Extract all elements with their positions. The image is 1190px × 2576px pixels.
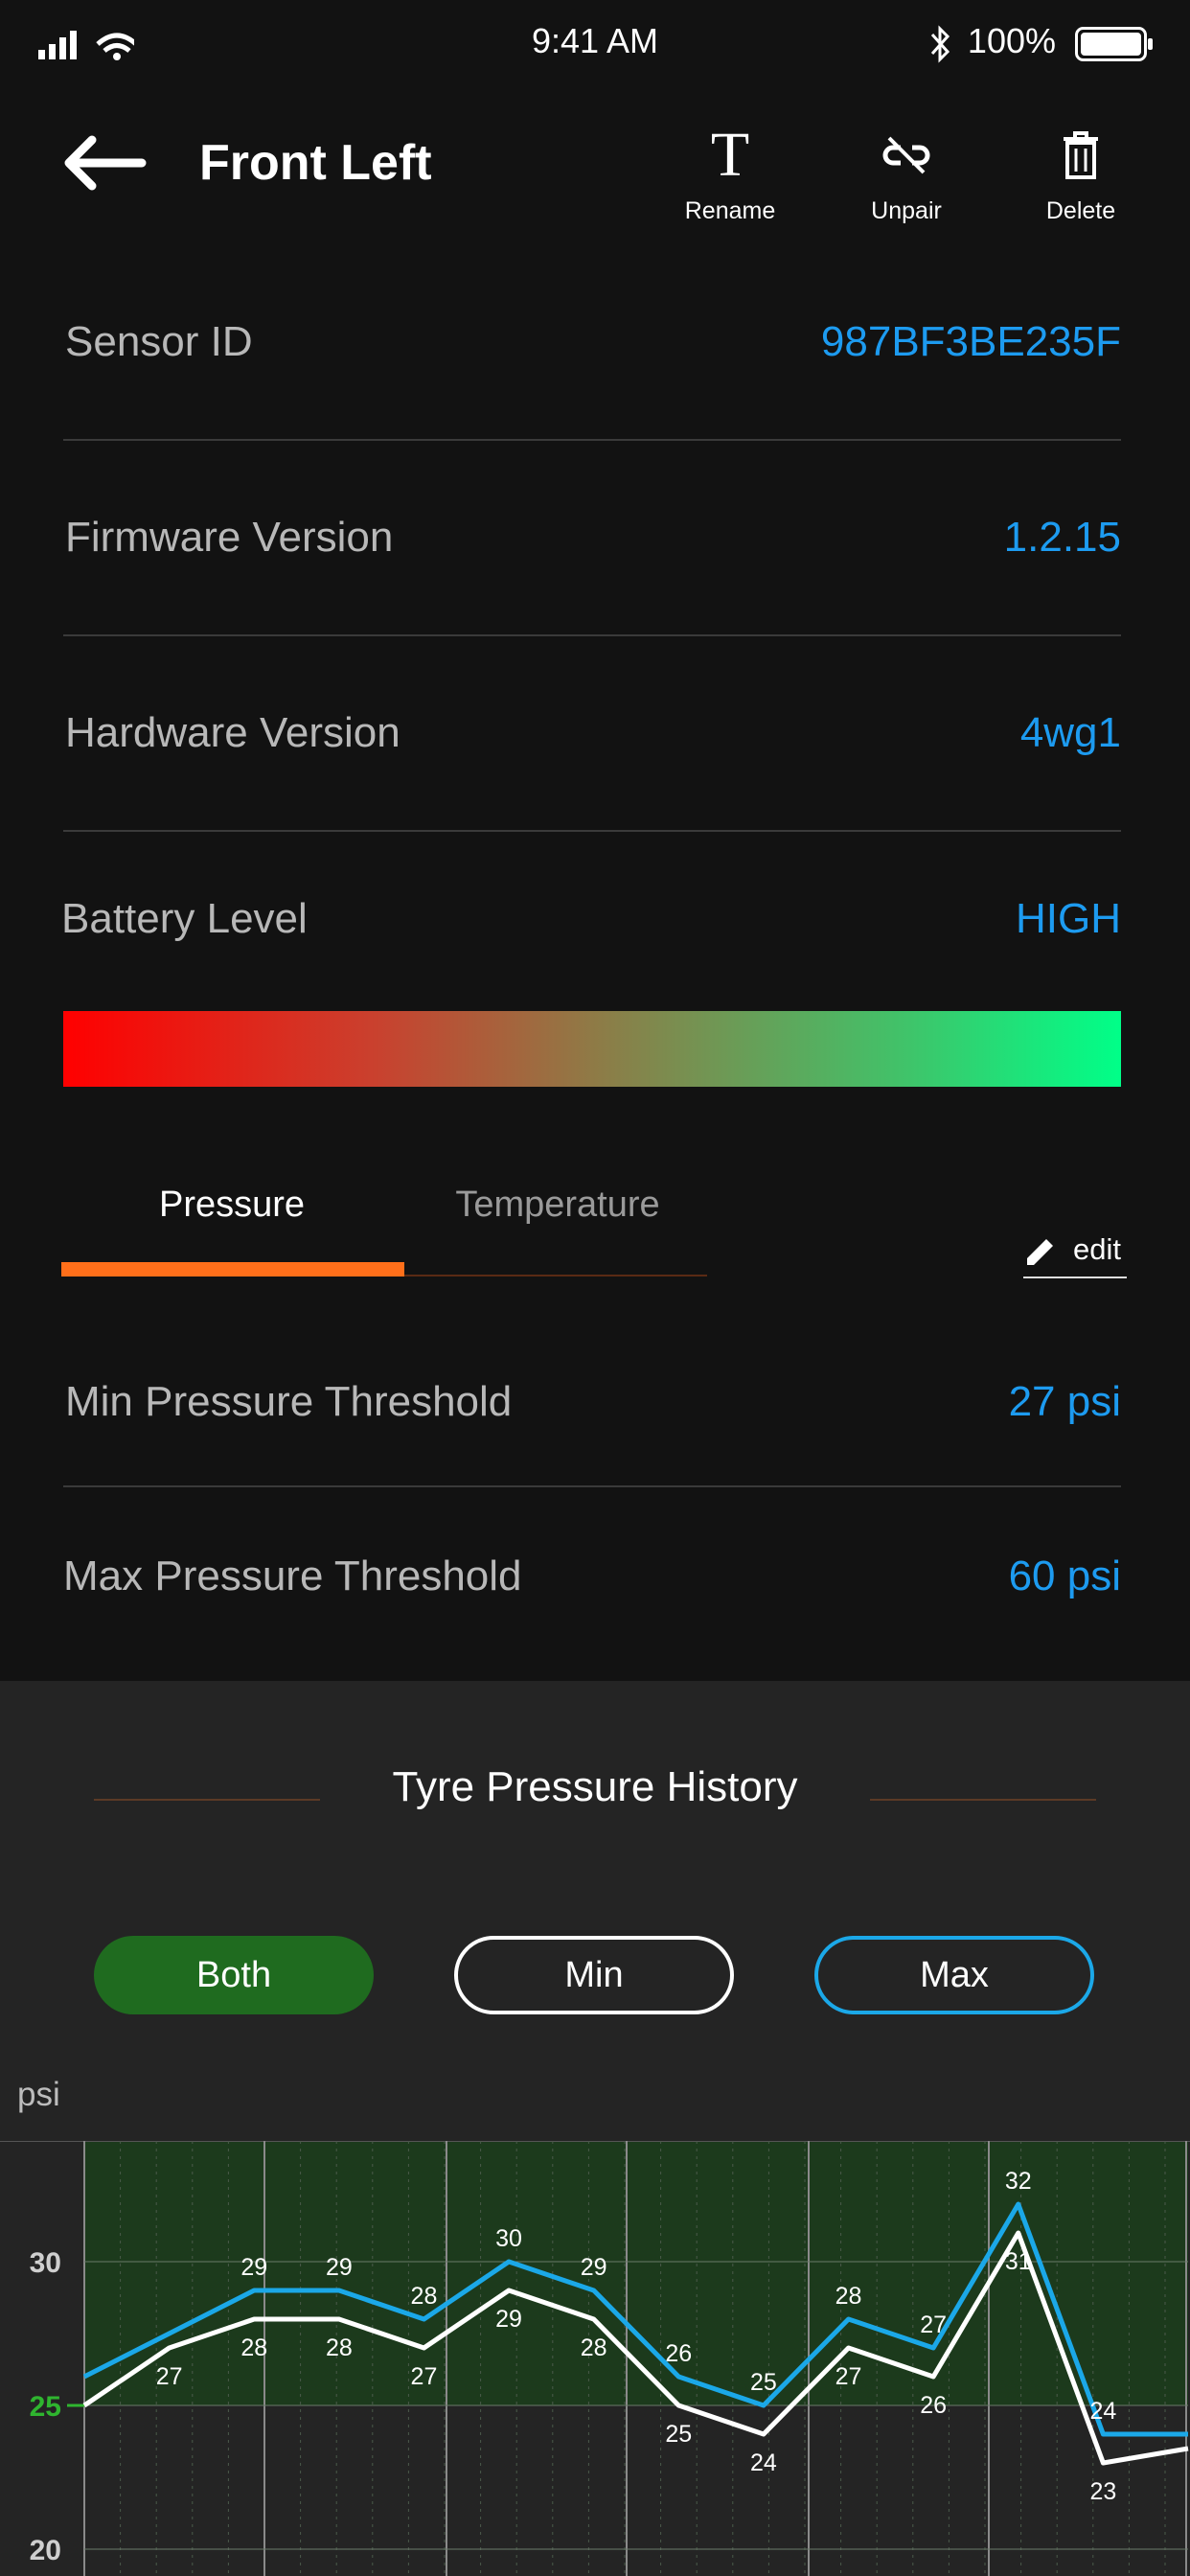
back-button[interactable] <box>61 134 148 192</box>
hardware-label: Hardware Version <box>65 709 400 756</box>
data-label-min: 23 <box>1089 2478 1116 2505</box>
arrow-left-icon <box>64 135 147 191</box>
data-label-min: 27 <box>411 2363 438 2390</box>
battery-level-value: HIGH <box>1016 895 1121 942</box>
data-label-min: 29 <box>495 2306 522 2333</box>
data-label-min: 24 <box>750 2450 777 2476</box>
max-threshold-label: Max Pressure Threshold <box>63 1552 522 1599</box>
battery-percent: 100% <box>967 21 1056 60</box>
firmware-value: 1.2.15 <box>1003 514 1121 561</box>
hardware-row: Hardware Version 4wg1 <box>63 636 1121 832</box>
sensor-id-label: Sensor ID <box>65 318 253 365</box>
unlink-icon <box>882 136 930 174</box>
sensor-id-row: Sensor ID 987BF3BE235F <box>63 245 1121 441</box>
data-label-min: 26 <box>920 2392 947 2419</box>
sensor-id-value: 987BF3BE235F <box>820 318 1121 365</box>
data-label-min: 28 <box>581 2334 607 2361</box>
data-label-max: 28 <box>835 2283 862 2310</box>
data-label-max: 28 <box>411 2283 438 2310</box>
data-label-min: 31 <box>1005 2248 1032 2275</box>
unpair-label: Unpair <box>871 197 942 224</box>
hardware-value: 4wg1 <box>1019 709 1121 756</box>
max-threshold-value: 60 psi <box>1008 1552 1121 1599</box>
y-tick-label: 20 <box>30 2535 61 2566</box>
bluetooth-icon <box>930 25 950 63</box>
history-title: Tyre Pressure History <box>392 1763 798 1810</box>
rename-button[interactable]: T Rename <box>663 120 797 225</box>
filter-min-button[interactable]: Min <box>454 1936 734 2014</box>
battery-gradient-bar <box>63 1011 1121 1087</box>
data-label-max: 29 <box>326 2254 353 2281</box>
y-tick-label: 30 <box>30 2247 61 2279</box>
page-title: Front Left <box>199 135 432 191</box>
data-label-max: 26 <box>665 2340 692 2367</box>
data-label-max: 24 <box>1089 2398 1116 2425</box>
data-label-max: 29 <box>240 2254 267 2281</box>
data-label-max: 30 <box>495 2225 522 2252</box>
min-threshold-row: Min Pressure Threshold 27 psi <box>63 1313 1121 1487</box>
data-label-max: 29 <box>581 2254 607 2281</box>
data-label-min: 27 <box>835 2363 862 2390</box>
min-threshold-label: Min Pressure Threshold <box>65 1378 513 1425</box>
firmware-row: Firmware Version 1.2.15 <box>63 441 1121 636</box>
filter-max-button[interactable]: Max <box>814 1936 1094 2014</box>
trash-icon <box>1064 131 1098 179</box>
status-bar: 9:41 AM 100% <box>0 0 1190 86</box>
pencil-icon <box>1027 1239 1053 1265</box>
unpair-button[interactable]: Unpair <box>839 125 973 225</box>
firmware-label: Firmware Version <box>65 514 394 561</box>
battery-level-label: Battery Level <box>61 895 308 942</box>
edit-button[interactable]: edit <box>1023 1229 1127 1278</box>
y-axis-unit: psi <box>17 2076 60 2113</box>
data-label-max: 32 <box>1005 2168 1032 2195</box>
delete-label: Delete <box>1045 197 1116 224</box>
tab-pressure[interactable]: Pressure <box>69 1184 395 1226</box>
data-label-min: 28 <box>240 2334 267 2361</box>
rename-icon: T <box>710 120 750 190</box>
data-label-max: 25 <box>750 2369 777 2396</box>
data-label-min: 27 <box>156 2363 183 2390</box>
data-label-max: 27 <box>920 2312 947 2338</box>
edit-label: edit <box>1073 1232 1121 1266</box>
filter-both-button[interactable]: Both <box>94 1936 374 2014</box>
pressure-history-chart: 20 25 30 29 29 28 30 29 26 25 28 27 32 24 27 28 28 27 29 28… <box>0 2141 1190 2576</box>
battery-icon <box>1075 27 1153 61</box>
min-threshold-value: 27 psi <box>1008 1378 1121 1425</box>
delete-button[interactable]: Delete <box>1014 125 1148 225</box>
tab-temperature[interactable]: Temperature <box>395 1184 721 1226</box>
tab-active-indicator <box>61 1262 404 1276</box>
data-label-min: 25 <box>665 2421 692 2448</box>
rename-label: Rename <box>684 197 776 224</box>
y-tick-label: 25 <box>30 2391 61 2423</box>
data-label-min: 28 <box>326 2334 353 2361</box>
